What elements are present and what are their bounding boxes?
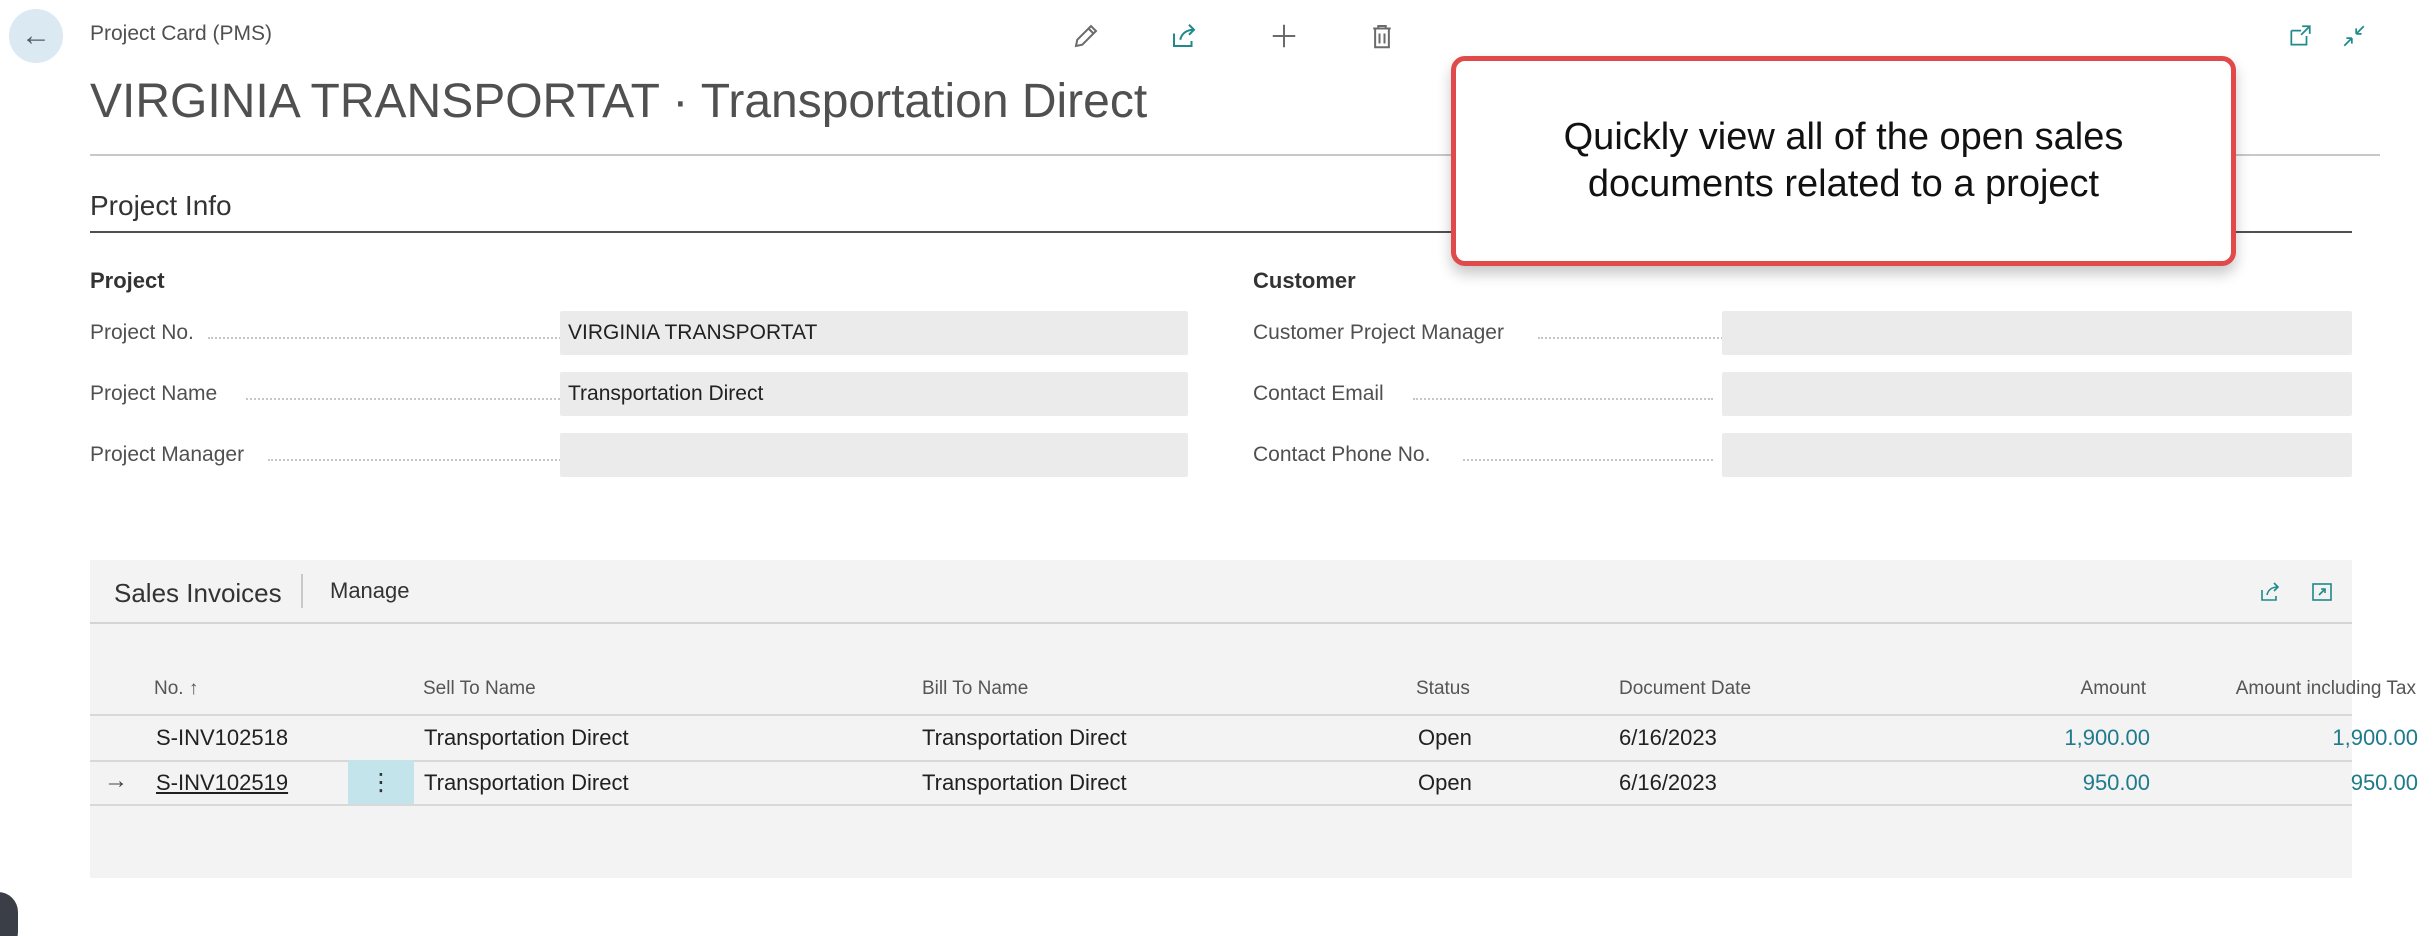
field-dots — [1413, 398, 1713, 400]
breadcrumb: Project Card (PMS) — [90, 22, 273, 45]
project-name-input[interactable]: Transportation Direct — [560, 372, 1188, 416]
cell-sell-to-name: Transportation Direct — [424, 725, 629, 750]
part-divider — [301, 574, 303, 608]
column-header-bill-to-name[interactable]: Bill To Name — [922, 678, 1028, 700]
page-title: VIRGINIA TRANSPORTAT · Transportation Di… — [90, 75, 1148, 128]
share-button[interactable] — [1164, 16, 1204, 56]
field-customer-project-manager: Customer Project Manager — [1253, 311, 2353, 355]
callout-annotation: Quickly view all of the open sales docum… — [1451, 56, 2236, 266]
part-expand-button[interactable] — [2306, 576, 2338, 608]
column-header-amount-incl-tax[interactable]: Amount including Tax — [2140, 678, 2416, 700]
delete-button[interactable] — [1362, 16, 1402, 56]
row-divider — [90, 804, 2352, 806]
field-project-no: Project No. VIRGINIA TRANSPORTAT — [90, 311, 1190, 355]
field-project-name: Project Name Transportation Direct — [90, 372, 1190, 416]
contact-email-input[interactable] — [1722, 372, 2352, 416]
cell-amount-incl-tax[interactable]: 1,900.00 — [2156, 725, 2418, 751]
field-label: Contact Phone No. — [1253, 443, 1431, 466]
selected-row-arrow-icon: → — [104, 767, 128, 794]
collapse-icon — [2343, 25, 2365, 47]
new-button[interactable] — [1264, 16, 1304, 56]
column-header-no[interactable]: No. ↑ — [154, 678, 198, 700]
contact-phone-input[interactable] — [1722, 433, 2352, 477]
manage-menu[interactable]: Manage — [330, 578, 410, 604]
project-no-input[interactable]: VIRGINIA TRANSPORTAT — [560, 311, 1188, 355]
cell-amount[interactable]: 1,900.00 — [1950, 725, 2150, 751]
row-divider — [90, 760, 2352, 762]
row-menu-button[interactable]: ⋮ — [348, 760, 414, 804]
cell-status: Open — [1418, 725, 1472, 750]
field-contact-phone: Contact Phone No. — [1253, 433, 2353, 477]
cell-document-date: 6/16/2023 — [1619, 725, 1717, 750]
edit-button[interactable] — [1066, 16, 1106, 56]
field-label: Customer Project Manager — [1253, 321, 1504, 344]
cell-bill-to-name: Transportation Direct — [922, 725, 1127, 750]
column-header-sell-to-name[interactable]: Sell To Name — [423, 678, 536, 700]
collapse-button[interactable] — [2336, 18, 2372, 54]
field-label: Contact Email — [1253, 382, 1384, 405]
arrow-left-icon: ← — [21, 19, 51, 52]
column-header-status[interactable]: Status — [1416, 678, 1470, 700]
share-icon — [1173, 24, 1196, 47]
field-dots — [1463, 459, 1713, 461]
field-label: Project No. — [90, 321, 194, 344]
chat-bubble-icon[interactable] — [0, 892, 18, 936]
field-label: Project Manager — [90, 443, 245, 466]
more-options-icon: ⋮ — [369, 768, 393, 796]
open-new-window-button[interactable] — [2282, 18, 2318, 54]
cell-amount-incl-tax[interactable]: 950.00 — [2156, 770, 2418, 796]
back-button[interactable]: ← — [9, 9, 63, 63]
expand-icon — [2312, 583, 2332, 601]
open-new-window-icon — [2290, 25, 2311, 46]
new-icon — [1272, 24, 1296, 48]
row-divider — [90, 714, 2352, 716]
part-header: Sales Invoices Manage — [90, 560, 2352, 624]
group-heading-customer: Customer — [1253, 268, 1356, 293]
sales-invoices-part: Sales Invoices Manage No. ↑ Sell To Name… — [90, 560, 2418, 878]
delete-icon — [1373, 25, 1391, 49]
section-title-project-info[interactable]: Project Info — [90, 190, 232, 222]
part-share-button[interactable] — [2254, 576, 2286, 608]
cell-sell-to-name: Transportation Direct — [424, 770, 629, 795]
cell-bill-to-name: Transportation Direct — [922, 770, 1127, 795]
cell-amount[interactable]: 950.00 — [1950, 770, 2150, 796]
field-label: Project Name — [90, 382, 218, 405]
share-icon — [2261, 582, 2280, 601]
customer-project-manager-input[interactable] — [1722, 311, 2352, 355]
cell-status: Open — [1418, 770, 1472, 795]
field-project-manager: Project Manager — [90, 433, 1190, 477]
column-header-document-date[interactable]: Document Date — [1619, 678, 1751, 700]
cell-document-date: 6/16/2023 — [1619, 770, 1717, 795]
field-contact-email: Contact Email — [1253, 372, 2353, 416]
edit-icon — [1074, 24, 1098, 48]
part-caption[interactable]: Sales Invoices — [114, 578, 282, 609]
project-manager-input[interactable] — [560, 433, 1188, 477]
cell-no-link[interactable]: S-INV102519 — [156, 770, 288, 796]
column-header-amount[interactable]: Amount — [1970, 678, 2146, 700]
group-heading-project: Project — [90, 268, 165, 293]
cell-no[interactable]: S-INV102518 — [156, 725, 288, 751]
